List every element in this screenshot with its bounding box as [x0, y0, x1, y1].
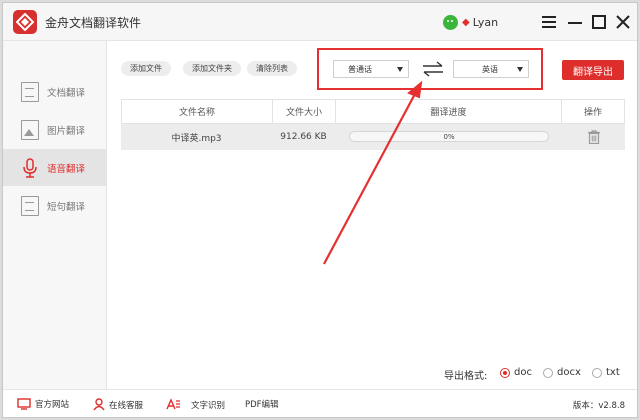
annotation-arrow — [323, 80, 423, 265]
